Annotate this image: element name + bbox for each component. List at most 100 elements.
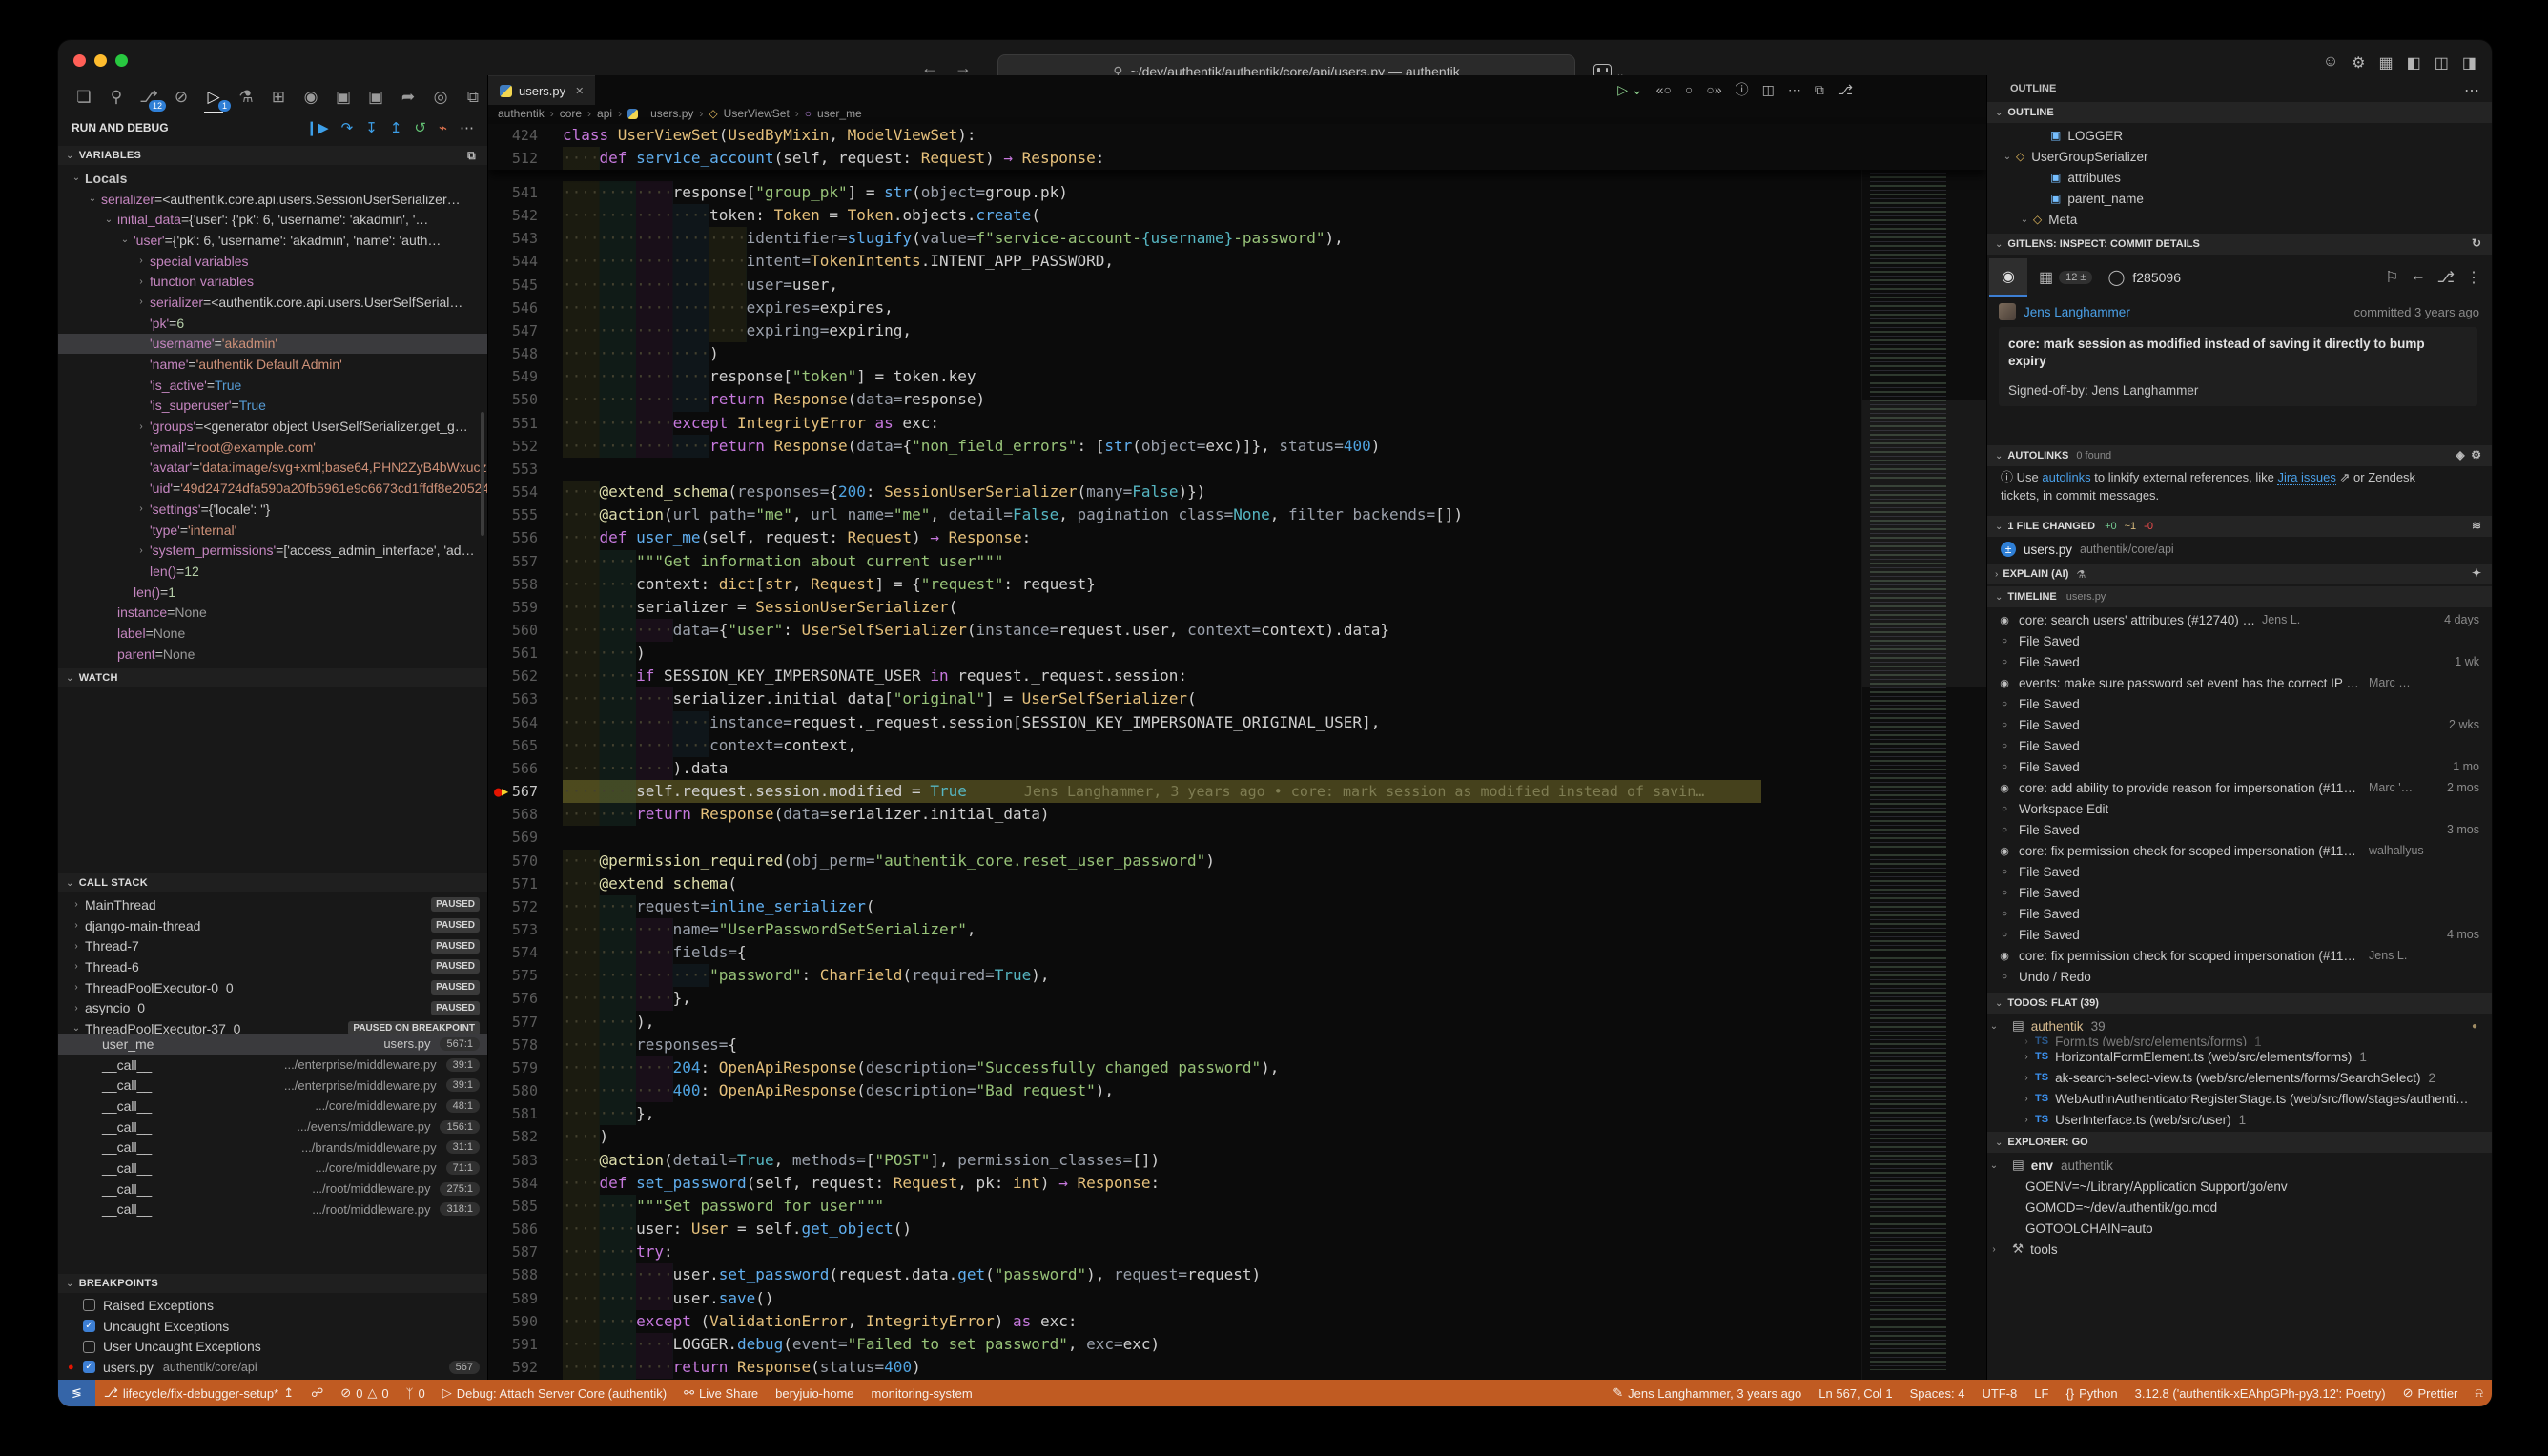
eol-status[interactable]: LF [2034, 1386, 2048, 1401]
line-number[interactable]: 542 [488, 204, 538, 227]
variable-row[interactable]: label = None [58, 623, 487, 644]
variable-row[interactable]: 'is_superuser' = True [58, 396, 487, 417]
search-icon[interactable]: ⚲ [100, 88, 133, 107]
line-number[interactable]: 582 [488, 1125, 538, 1148]
language-mode[interactable]: {}Python [2065, 1386, 2117, 1401]
breakpoint-checkbox[interactable] [83, 1299, 95, 1311]
line-number[interactable]: 561 [488, 642, 538, 665]
breadcrumb-item-users-py[interactable]: users.py [650, 107, 693, 120]
gitlens-status[interactable]: ☍ [311, 1385, 323, 1401]
variable-row[interactable]: 'type' = 'internal' [58, 520, 487, 541]
refresh-icon[interactable]: ↻ [2472, 236, 2481, 250]
line-number[interactable]: 512 [488, 147, 538, 170]
pull-requests-icon[interactable]: ▣ [360, 88, 392, 107]
thread-row[interactable]: ›Thread-7PAUSED [58, 935, 487, 956]
gear-icon[interactable]: ⚙ [2352, 53, 2365, 72]
timeline-item[interactable]: ○File Saved1 mo [1987, 756, 2493, 777]
line-number[interactable]: 558 [488, 573, 538, 596]
timeline-item[interactable]: ◉events: make sure password set event ha… [1987, 672, 2493, 693]
todo-file-row[interactable]: ›TSWebAuthnAuthenticatorRegisterStage.ts… [1987, 1088, 2493, 1109]
code-viewport[interactable]: 541············response["group_pk"] = st… [488, 124, 1861, 1380]
source-control-icon[interactable]: ⎇12 [133, 88, 165, 107]
breakpoint-row[interactable]: ✓Uncaught Exceptions [58, 1316, 487, 1337]
line-number[interactable]: 571 [488, 872, 538, 895]
calendar-icon[interactable]: ▦ [2039, 268, 2053, 287]
variable-row[interactable]: 'uid' = '49d24724dfa590a20fb5961e9c6673c… [58, 478, 487, 499]
monitoring-system-status[interactable]: monitoring-system [872, 1386, 973, 1401]
outline-item-usergroupserializer[interactable]: ⌄◇UserGroupSerializer [1987, 146, 2493, 167]
thread-row[interactable]: ›MainThreadPAUSED [58, 894, 487, 915]
line-number[interactable]: 575 [488, 964, 538, 987]
line-number[interactable]: 566 [488, 757, 538, 780]
commit-message-box[interactable]: core: mark session as modified instead o… [1999, 327, 2477, 406]
line-number[interactable]: 553 [488, 458, 538, 481]
minimap-slider[interactable] [1862, 400, 1986, 687]
variable-row[interactable]: 'is_active' = True [58, 375, 487, 396]
pin-icon[interactable]: ⚐ [2385, 268, 2398, 287]
line-number[interactable]: 579 [488, 1056, 538, 1079]
remote-indicator[interactable]: ≶ [58, 1380, 95, 1406]
line-number[interactable]: 568 [488, 803, 538, 826]
timeline-item[interactable]: ○File Saved [1987, 903, 2493, 924]
gitlens-search-tab-icon[interactable]: ◉ [1989, 258, 2027, 297]
git-branch-status[interactable]: ⎇lifecycle/fix-debugger-setup*↥ [104, 1385, 294, 1401]
variables-scrollbar[interactable] [481, 412, 484, 536]
line-number[interactable]: 550 [488, 388, 538, 411]
line-number[interactable]: 565 [488, 734, 538, 757]
line-number[interactable]: 581 [488, 1102, 538, 1125]
line-number[interactable]: 583 [488, 1149, 538, 1172]
line-number[interactable]: 552 [488, 435, 538, 458]
kebab-icon[interactable]: ⋮ [2466, 268, 2481, 287]
line-number[interactable]: 590 [488, 1310, 538, 1333]
commit-author-row[interactable]: Jens Langhammer committed 3 years ago [1987, 300, 2493, 323]
commit-sha[interactable]: f285096 [2132, 270, 2181, 285]
extensions-icon[interactable]: ⊞ [262, 88, 295, 107]
line-number[interactable]: 424 [488, 124, 538, 147]
toggle-panel-right-icon[interactable]: ◨ [2462, 53, 2476, 72]
variable-row[interactable]: len() = 1 [58, 582, 487, 603]
timeline-item[interactable]: ◉core: search users' attributes (#12740)… [1987, 609, 2493, 630]
sticky-scroll[interactable]: 424class UserViewSet(UsedByMixin, ModelV… [488, 124, 1986, 170]
breadcrumb-item-user-me[interactable]: user_me [817, 107, 862, 120]
run-debug-icon[interactable]: ▷1 [197, 88, 230, 107]
todos-root-row[interactable]: ⌄▤ authentik 39 ● [1987, 1015, 2493, 1036]
open-changes-icon[interactable]: ⧉ [1815, 82, 1824, 98]
timeline-item[interactable]: ◉core: fix permission check for scoped i… [1987, 945, 2493, 966]
line-number[interactable]: 560 [488, 619, 538, 642]
outline-item-parent_name[interactable]: ▣parent_name [1987, 188, 2493, 209]
line-number[interactable]: 569 [488, 826, 538, 849]
breakpoint-row[interactable]: ●✓users.pyauthentik/core/api567 [58, 1357, 487, 1378]
todos-section-header[interactable]: ⌄TODOS: FLAT (39) [1987, 993, 2493, 1014]
outline-item-attributes[interactable]: ▣attributes [1987, 167, 2493, 188]
stack-frame-row[interactable]: __call__.../root/middleware.py275:1 [58, 1179, 487, 1200]
line-number[interactable]: 557 [488, 550, 538, 573]
timeline-item[interactable]: ○File Saved3 mos [1987, 819, 2493, 840]
breadcrumb-item-userviewset[interactable]: UserViewSet [724, 107, 790, 120]
line-number[interactable]: 592 [488, 1356, 538, 1379]
line-number[interactable]: 584 [488, 1172, 538, 1195]
variable-row[interactable]: 'name' = 'authentik Default Admin' [58, 354, 487, 375]
stack-frame-row[interactable]: __call__.../enterprise/middleware.py39:1 [58, 1055, 487, 1076]
go-env-row[interactable]: ⌄▤ env authentik [1987, 1155, 2493, 1176]
variable-row[interactable]: ⌄Locals [58, 168, 487, 189]
toggle-panel-bottom-icon[interactable]: ◫ [2435, 53, 2449, 72]
more-actions-icon[interactable]: ⋯ [1788, 82, 1801, 98]
timeline-item[interactable]: ○File Saved [1987, 735, 2493, 756]
line-number[interactable]: 541 [488, 181, 538, 204]
variable-row[interactable]: ⌄initial_data = {'user': {'pk': 6, 'user… [58, 209, 487, 230]
gitlens-section-header[interactable]: ⌄GITLENS: INSPECT: COMMIT DETAILS↻ [1987, 234, 2493, 255]
changes-icon[interactable]: ○ [1685, 82, 1693, 97]
line-number[interactable]: 555 [488, 503, 538, 526]
line-number[interactable]: 559 [488, 596, 538, 619]
stack-frame-row[interactable]: __call__.../root/middleware.py318:1 [58, 1200, 487, 1220]
outline-item-logger[interactable]: ▣LOGGER [1987, 125, 2493, 146]
line-number[interactable]: 588 [488, 1263, 538, 1286]
minimap[interactable] [1861, 124, 1986, 1380]
split-editor-icon[interactable]: ◫ [1762, 82, 1775, 98]
file-changed-section-header[interactable]: ⌄1 FILE CHANGED +0 ~1 -0 ≋ [1987, 516, 2493, 537]
timeline-item[interactable]: ○File Saved [1987, 630, 2493, 651]
variable-row[interactable]: ›'groups' = <generator object UserSelfSe… [58, 416, 487, 437]
stack-frame-row[interactable]: __call__.../core/middleware.py48:1 [58, 1096, 487, 1117]
indentation-status[interactable]: Spaces: 4 [1910, 1386, 1965, 1401]
variable-row[interactable]: ›function variables [58, 271, 487, 292]
